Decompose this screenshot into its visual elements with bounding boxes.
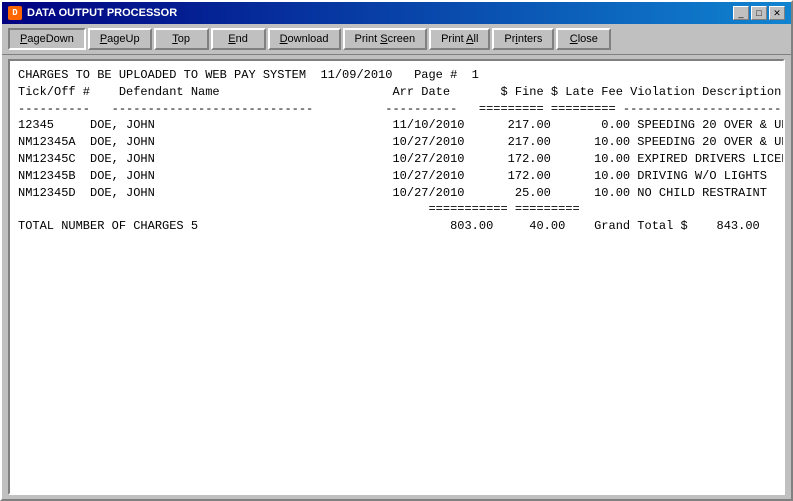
title-bar-left: D DATA OUTPUT PROCESSOR xyxy=(8,6,177,20)
report-row-2: NM12345A DOE, JOHN 10/27/2010 217.00 10.… xyxy=(18,134,775,151)
report-header1: CHARGES TO BE UPLOADED TO WEB PAY SYSTEM… xyxy=(18,67,775,84)
printscreen-button[interactable]: Print Screen xyxy=(343,28,428,50)
download-button[interactable]: Download xyxy=(268,28,341,50)
window-title: DATA OUTPUT PROCESSOR xyxy=(27,7,177,19)
printers-button[interactable]: Printers xyxy=(492,28,554,50)
printall-button[interactable]: Print All xyxy=(429,28,490,50)
maximize-button[interactable]: □ xyxy=(751,6,767,20)
top-button[interactable]: Top xyxy=(154,28,209,50)
close-button[interactable]: Close xyxy=(556,28,611,50)
totals-separator: =========== ========= xyxy=(18,201,775,218)
end-button[interactable]: End xyxy=(211,28,266,50)
toolbar: PageDown PageUp Top End Download Print S… xyxy=(2,24,791,55)
report-row-4: NM12345B DOE, JOHN 10/27/2010 172.00 10.… xyxy=(18,168,775,185)
window-controls: _ □ ✕ xyxy=(733,6,785,20)
report-header2: Tick/Off # Defendant Name Arr Date $ Fin… xyxy=(18,84,775,101)
pageup-button[interactable]: PageUp xyxy=(88,28,152,50)
close-icon: ✕ xyxy=(773,8,781,19)
report-content[interactable]: CHARGES TO BE UPLOADED TO WEB PAY SYSTEM… xyxy=(8,59,785,495)
report-row-5: NM12345D DOE, JOHN 10/27/2010 25.00 10.0… xyxy=(18,185,775,202)
app-icon-glyph: D xyxy=(12,8,17,18)
report-row-3: NM12345C DOE, JOHN 10/27/2010 172.00 10.… xyxy=(18,151,775,168)
minimize-button[interactable]: _ xyxy=(733,6,749,20)
maximize-icon: □ xyxy=(756,8,761,18)
pagedown-button[interactable]: PageDown xyxy=(8,28,86,50)
totals-line: TOTAL NUMBER OF CHARGES 5 803.00 40.00 G… xyxy=(18,218,775,235)
minimize-icon: _ xyxy=(738,8,743,18)
main-window: D DATA OUTPUT PROCESSOR _ □ ✕ PageDown P… xyxy=(0,0,793,501)
app-icon: D xyxy=(8,6,22,20)
close-window-button[interactable]: ✕ xyxy=(769,6,785,20)
title-bar: D DATA OUTPUT PROCESSOR _ □ ✕ xyxy=(2,2,791,24)
report-row-1: 12345 DOE, JOHN 11/10/2010 217.00 0.00 S… xyxy=(18,117,775,134)
report-separator: ---------- ---------------------------- … xyxy=(18,101,775,118)
